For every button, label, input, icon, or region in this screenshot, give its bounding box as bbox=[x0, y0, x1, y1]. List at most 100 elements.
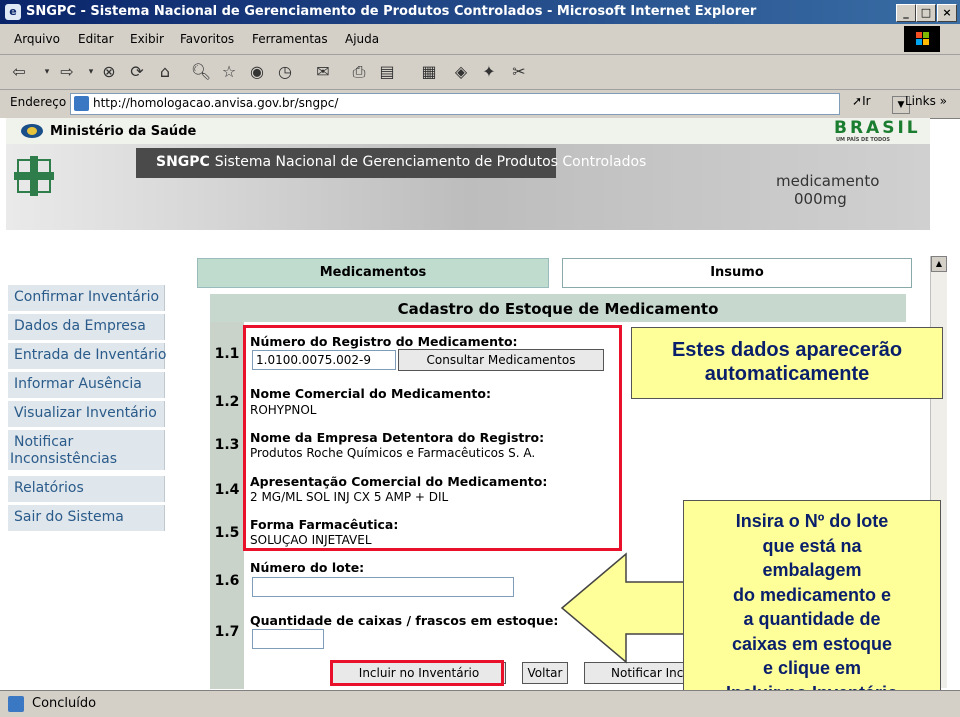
callout-text: caixas em estoque bbox=[731, 633, 893, 654]
sidebar-item-label: Notificar bbox=[14, 434, 74, 450]
print-icon[interactable]: ⎙ bbox=[348, 61, 370, 83]
banner-title: SNGPC Sistema Nacional de Gerenciamento … bbox=[156, 154, 646, 170]
window-titlebar[interactable]: e SNGPC - Sistema Nacional de Gerenciame… bbox=[0, 0, 960, 24]
go-arrow-icon: ➚ bbox=[852, 94, 863, 108]
menu-item-editar[interactable]: Editar bbox=[78, 32, 114, 46]
tab-label: Insumo bbox=[710, 265, 764, 280]
form-header: Cadastro do Estoque de Medicamento bbox=[210, 294, 906, 322]
chevron-right-icon: » bbox=[939, 94, 947, 108]
back-icon[interactable]: ⇦ bbox=[8, 61, 30, 83]
links-button[interactable]: Links » bbox=[905, 94, 947, 108]
brasil-subtitle: UM PAÍS DE TODOS bbox=[836, 137, 891, 143]
messenger-icon[interactable]: ◈ bbox=[450, 61, 472, 83]
sngpc-full-name: Sistema Nacional de Gerenciamento de Pro… bbox=[214, 154, 647, 170]
address-input[interactable]: http://homologacao.anvisa.gov.br/sngpc/ … bbox=[70, 93, 910, 115]
callout-instructions: Insira o Nº do lote que está na embalage… bbox=[683, 500, 941, 710]
callout-text: Estes dados aparecerão bbox=[671, 339, 903, 361]
go-button[interactable]: ➚Ir bbox=[852, 94, 871, 108]
callout-text: automaticamente bbox=[704, 363, 870, 385]
research-icon[interactable]: ✦ bbox=[478, 61, 500, 83]
ministry-title: Ministério da Saúde bbox=[50, 124, 197, 139]
history-icon[interactable]: ◷ bbox=[274, 61, 296, 83]
sidebar-item-confirmar-inventario[interactable]: Confirmar Inventário bbox=[8, 285, 165, 311]
minimize-button[interactable]: _ bbox=[896, 4, 916, 22]
tools-icon[interactable]: ✂ bbox=[508, 61, 530, 83]
sidebar-item-relatorios[interactable]: Relatórios bbox=[8, 476, 165, 502]
pharmacy-cross-icon bbox=[14, 156, 54, 196]
callout-arrow-icon bbox=[560, 552, 689, 664]
sidebar-item-label-2: Inconsistências bbox=[10, 451, 118, 467]
field-label-numero-lote: Número do lote: bbox=[250, 560, 365, 575]
windows-logo-icon bbox=[904, 26, 940, 52]
field-number: 1.5 bbox=[214, 525, 240, 541]
sidebar-item-label: Visualizar Inventário bbox=[14, 405, 157, 421]
menu-item-ajuda[interactable]: Ajuda bbox=[345, 32, 379, 46]
chevron-down-icon[interactable]: ▾ bbox=[36, 61, 58, 83]
sidebar-item-sair-do-sistema[interactable]: Sair do Sistema bbox=[8, 505, 165, 531]
field-number: 1.6 bbox=[214, 573, 240, 589]
highlight-auto-fields bbox=[243, 325, 622, 551]
sngpc-acronym: SNGPC bbox=[156, 154, 210, 170]
refresh-icon[interactable]: ⟳ bbox=[126, 61, 148, 83]
forward-icon[interactable]: ⇨ bbox=[56, 61, 78, 83]
sngpc-banner: SNGPC Sistema Nacional de Gerenciamento … bbox=[6, 144, 930, 230]
callout-text: do medicamento e bbox=[732, 584, 892, 605]
sidebar-item-label: Relatórios bbox=[14, 480, 84, 496]
status-bar: Concluído bbox=[0, 690, 960, 717]
favorites-icon[interactable]: ☆ bbox=[218, 61, 240, 83]
links-label: Links bbox=[905, 94, 936, 108]
notificar-inconsistencia-button[interactable]: Notificar Inco bbox=[584, 662, 694, 684]
discuss-icon[interactable]: ▦ bbox=[418, 61, 440, 83]
status-text: Concluído bbox=[32, 696, 97, 711]
toolbar: ⇦ ▾ ⇨ ▾ ⊗ ⟳ ⌂ 🔍︎ ☆ ◉ ◷ ✉ ⎙ ▤ ▦ ◈ ✦ ✂ bbox=[0, 55, 960, 90]
menu-item-exibir[interactable]: Exibir bbox=[130, 32, 164, 46]
edit-icon[interactable]: ▤ bbox=[376, 61, 398, 83]
quantidade-input[interactable] bbox=[252, 629, 324, 649]
sidebar-item-dados-da-empresa[interactable]: Dados da Empresa bbox=[8, 314, 165, 340]
callout-text: Insira o Nº do lote bbox=[735, 511, 889, 531]
home-icon[interactable]: ⌂ bbox=[154, 61, 176, 83]
callout-text: a quantidade de bbox=[743, 609, 881, 629]
tab-insumo[interactable]: Insumo bbox=[562, 258, 912, 288]
callout-text: embalagem bbox=[762, 560, 862, 580]
voltar-button[interactable]: Voltar bbox=[522, 662, 568, 684]
page-status-icon bbox=[8, 696, 24, 712]
search-icon[interactable]: 🔍︎ bbox=[190, 61, 212, 83]
sidebar-item-informar-ausencia[interactable]: Informar Ausência bbox=[8, 372, 165, 398]
medicine-label-2: 000mg bbox=[794, 190, 847, 208]
sidebar-item-notificar-inconsistencias[interactable]: Notificar Inconsistências bbox=[8, 430, 165, 470]
brasil-text: BRASIL bbox=[834, 118, 921, 138]
brasil-logo: BRASIL UM PAÍS DE TODOS bbox=[834, 118, 926, 144]
sidebar-item-entrada-de-inventario[interactable]: Entrada de Inventário bbox=[8, 343, 166, 369]
menu-item-favoritos[interactable]: Favoritos bbox=[180, 32, 234, 46]
field-number: 1.7 bbox=[214, 624, 240, 640]
close-button[interactable]: × bbox=[937, 4, 957, 22]
callout-text: e clique em bbox=[762, 658, 862, 678]
ministry-logo-icon bbox=[21, 124, 43, 138]
media-icon[interactable]: ◉ bbox=[246, 61, 268, 83]
menu-item-arquivo[interactable]: Arquivo bbox=[14, 32, 60, 46]
form-title: Cadastro do Estoque de Medicamento bbox=[397, 300, 719, 318]
tab-label: Medicamentos bbox=[319, 265, 427, 280]
menu-item-ferramentas[interactable]: Ferramentas bbox=[252, 32, 328, 46]
menu-bar: Arquivo Editar Exibir Favoritos Ferramen… bbox=[0, 24, 960, 55]
tab-medicamentos[interactable]: Medicamentos bbox=[197, 258, 549, 288]
scroll-up-icon[interactable]: ▲ bbox=[931, 256, 947, 272]
sidebar-item-visualizar-inventario[interactable]: Visualizar Inventário bbox=[8, 401, 165, 427]
stop-icon[interactable]: ⊗ bbox=[98, 61, 120, 83]
numero-lote-input[interactable] bbox=[252, 577, 514, 597]
page-icon bbox=[74, 96, 89, 111]
medicine-box-image: medicamento 000mg bbox=[776, 172, 879, 208]
go-label: Ir bbox=[862, 94, 871, 108]
ie-icon: e bbox=[5, 4, 21, 20]
highlight-incluir-button bbox=[330, 660, 504, 686]
address-bar: Endereço http://homologacao.anvisa.gov.b… bbox=[0, 90, 960, 119]
maximize-button[interactable]: □ bbox=[916, 4, 936, 22]
field-number: 1.1 bbox=[214, 346, 240, 362]
callout-auto-data: Estes dados aparecerão automaticamente bbox=[631, 327, 943, 399]
sidebar-item-label: Sair do Sistema bbox=[14, 509, 124, 525]
sidebar-item-label: Confirmar Inventário bbox=[14, 289, 160, 305]
address-url[interactable]: http://homologacao.anvisa.gov.br/sngpc/ bbox=[93, 96, 338, 110]
field-number: 1.4 bbox=[214, 482, 240, 498]
mail-icon[interactable]: ✉ bbox=[312, 61, 334, 83]
